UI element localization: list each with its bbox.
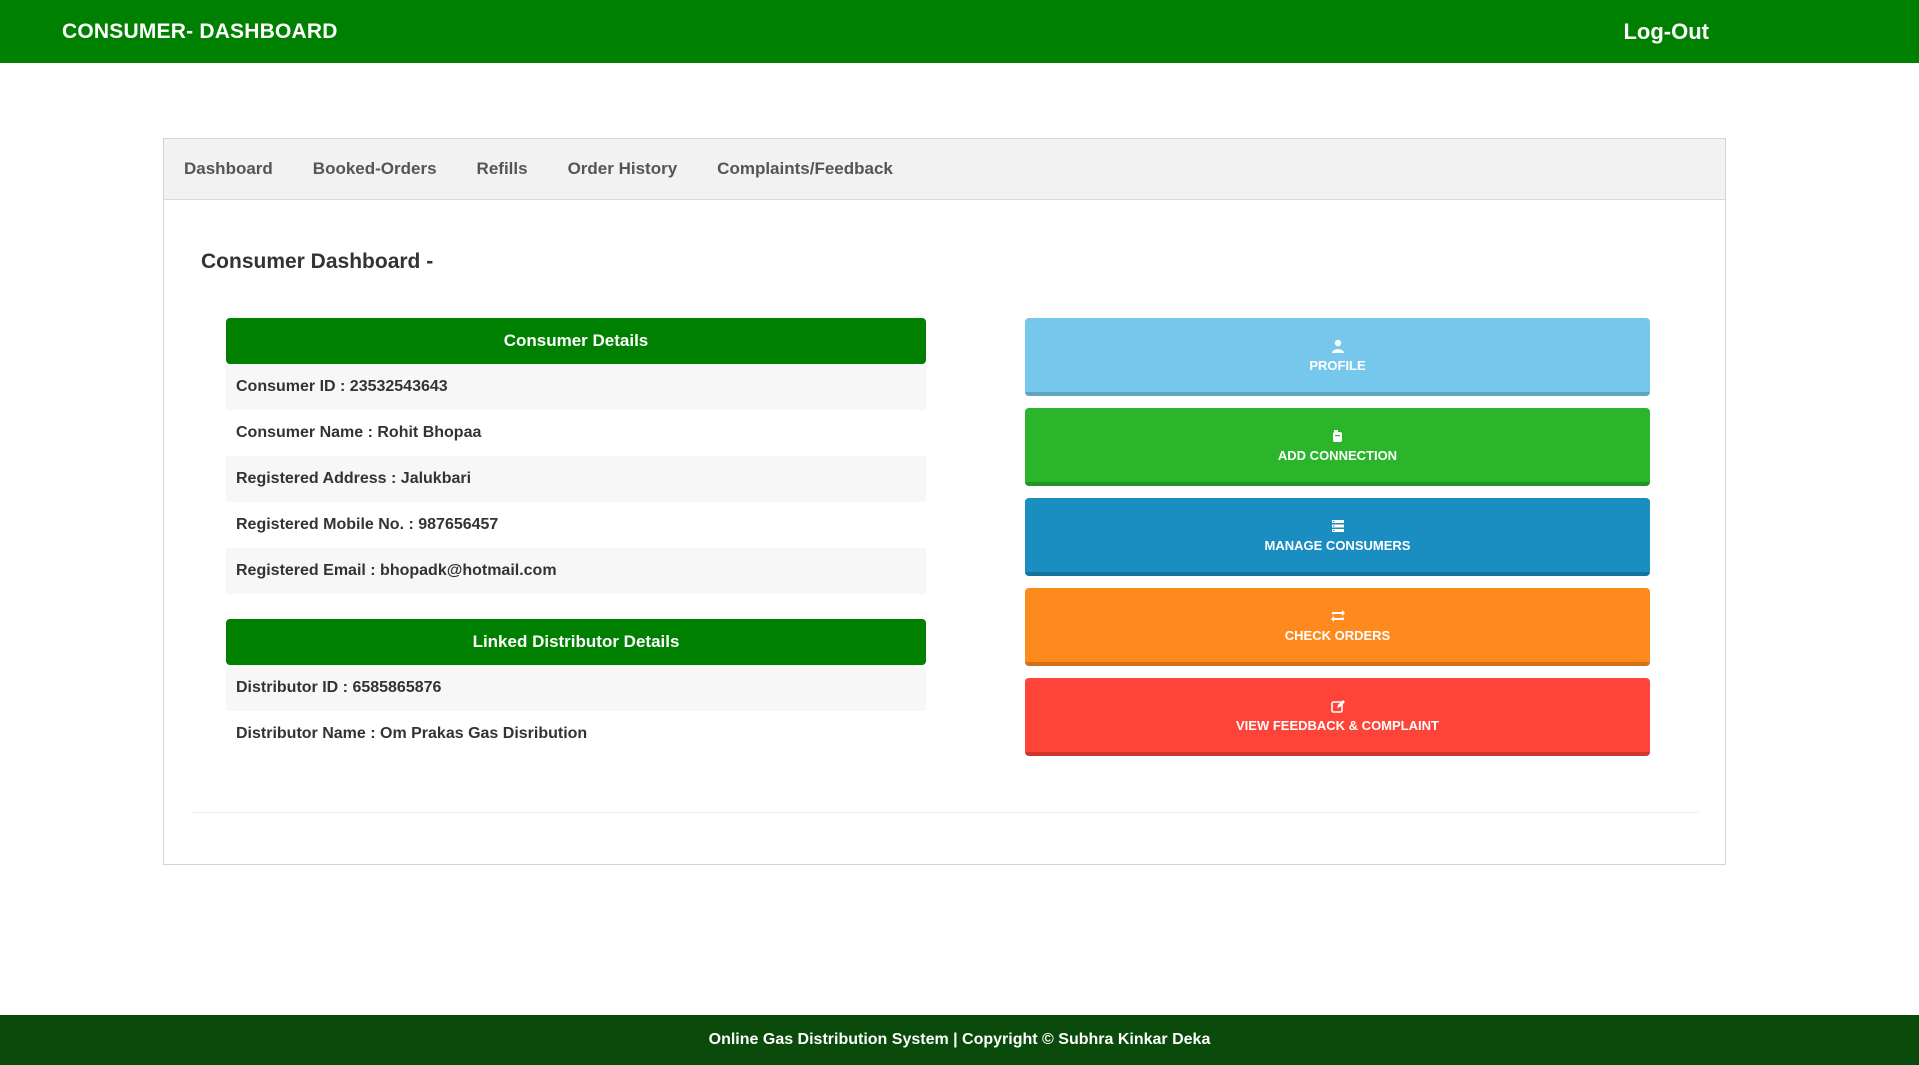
registered-address-row: Registered Address : Jalukbari (226, 456, 926, 502)
logout-link[interactable]: Log-Out (1623, 19, 1709, 45)
user-icon (1330, 338, 1346, 354)
tab-bar: Dashboard Booked-Orders Refills Order Hi… (164, 139, 1725, 200)
check-orders-button[interactable]: CHECK ORDERS (1025, 588, 1650, 666)
content-divider (191, 812, 1699, 813)
tab-order-history[interactable]: Order History (568, 159, 678, 179)
list-icon (1330, 518, 1346, 534)
dashboard-panel: Dashboard Booked-Orders Refills Order Hi… (163, 138, 1726, 865)
distributor-details-header: Linked Distributor Details (226, 619, 926, 665)
consumer-details-header: Consumer Details (226, 318, 926, 364)
add-connection-label: ADD CONNECTION (1277, 447, 1398, 463)
profile-label: PROFILE (1309, 357, 1366, 373)
tab-booked-orders[interactable]: Booked-Orders (313, 159, 437, 179)
registered-mobile-row: Registered Mobile No. : 987656457 (236, 516, 499, 533)
page-title: Consumer Dashboard - (201, 250, 434, 273)
tab-complaints-feedback[interactable]: Complaints/Feedback (717, 159, 893, 179)
tab-dashboard[interactable]: Dashboard (184, 159, 273, 179)
manage-consumers-label: MANAGE CONSUMERS (1264, 537, 1411, 553)
profile-button[interactable]: PROFILE (1025, 318, 1650, 396)
consumer-id-row: Consumer ID : 23532543643 (226, 364, 926, 410)
brand-title[interactable]: CONSUMER- DASHBOARD (62, 20, 338, 44)
edit-icon (1330, 698, 1346, 714)
actions-column: PROFILE ADD CONNECTION MANAGE CONSUMERS … (1025, 318, 1650, 768)
registered-email-row: Registered Email : bhopadk@hotmail.com (226, 548, 926, 594)
details-column: Consumer Details Consumer ID : 235325436… (226, 318, 926, 757)
view-feedback-complaint-button[interactable]: VIEW FEEDBACK & COMPLAINT (1025, 678, 1650, 756)
distributor-name-row: Distributor Name : Om Prakas Gas Disribu… (236, 725, 588, 742)
consumer-name-row: Consumer Name : Rohit Bhopaa (236, 424, 482, 441)
footer-text: Online Gas Distribution System | Copyrig… (708, 1031, 1211, 1048)
check-orders-label: CHECK ORDERS (1284, 627, 1391, 643)
retweet-icon (1330, 608, 1346, 624)
manage-consumers-button[interactable]: MANAGE CONSUMERS (1025, 498, 1650, 576)
view-feedback-complaint-label: VIEW FEEDBACK & COMPLAINT (1236, 717, 1439, 733)
footer: Online Gas Distribution System | Copyrig… (0, 1015, 1919, 1065)
tab-refills[interactable]: Refills (477, 159, 528, 179)
cylinder-icon (1330, 428, 1346, 444)
distributor-id-row: Distributor ID : 6585865876 (226, 665, 926, 711)
dashboard-content: Consumer Dashboard - Consumer Details Co… (164, 200, 1725, 865)
add-connection-button[interactable]: ADD CONNECTION (1025, 408, 1650, 486)
top-navbar: CONSUMER- DASHBOARD Log-Out (0, 0, 1919, 63)
